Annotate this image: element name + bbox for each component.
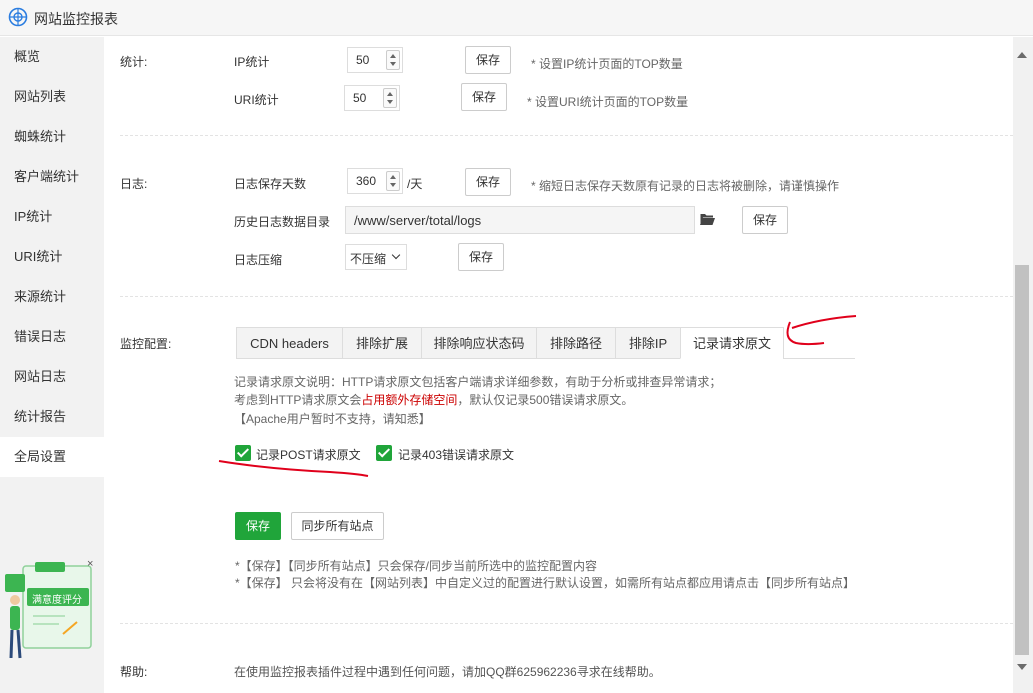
scroll-down-icon[interactable]: [1017, 664, 1027, 670]
scroll-up-icon[interactable]: [1017, 52, 1027, 58]
scrollbar-thumb[interactable]: [1015, 265, 1029, 655]
annotation-marks: [218, 315, 857, 477]
